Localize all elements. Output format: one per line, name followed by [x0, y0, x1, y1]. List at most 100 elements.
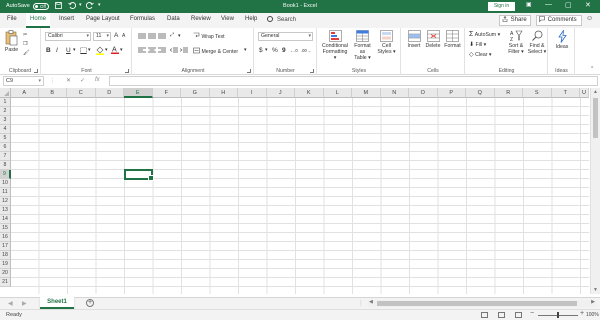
cancel-entry-icon[interactable]: ✕ [66, 77, 71, 84]
zoom-in-icon[interactable]: + [580, 310, 584, 317]
comma-style-icon[interactable]: 9 [282, 47, 286, 54]
underline-dropdown-icon[interactable]: ▾ [73, 47, 76, 53]
search-box[interactable]: Search [267, 16, 296, 23]
column-header[interactable]: B [38, 88, 67, 98]
align-left-icon[interactable] [138, 47, 146, 56]
tab-insert[interactable]: Insert [59, 16, 74, 22]
ribbon-display-options-icon[interactable]: ▣ [526, 1, 532, 8]
tab-help[interactable]: Help [245, 16, 257, 22]
row-header[interactable]: 12 [0, 197, 11, 206]
collapse-ribbon-icon[interactable]: ⌃ [590, 66, 594, 72]
horizontal-scrollbar[interactable]: ◀ ▶ [368, 299, 596, 307]
font-name-dropdown[interactable]: Calibri [45, 32, 91, 41]
align-center-icon[interactable] [148, 47, 156, 56]
borders-icon[interactable] [80, 47, 87, 56]
column-header[interactable]: N [380, 88, 409, 98]
orientation-icon[interactable]: ⤢ [170, 32, 174, 39]
number-format-dropdown[interactable]: General [258, 32, 313, 41]
insert-function-icon[interactable]: fx [95, 77, 100, 83]
minimize-button[interactable]: — [545, 1, 552, 8]
format-cells-button[interactable]: Format [443, 30, 462, 49]
share-button[interactable]: Share [499, 15, 531, 26]
normal-view-icon[interactable] [481, 312, 488, 318]
row-header[interactable]: 14 [0, 215, 11, 224]
cell-styles-button[interactable]: Cell Styles ▾ [376, 30, 397, 55]
cell-area[interactable] [11, 98, 589, 294]
tab-view[interactable]: View [221, 16, 234, 22]
clipboard-launcher-icon[interactable] [34, 69, 38, 73]
row-header[interactable]: 3 [0, 116, 11, 125]
middle-align-icon[interactable] [148, 33, 156, 42]
font-color-dropdown-icon[interactable]: ▾ [120, 47, 123, 53]
column-header[interactable]: A [11, 88, 39, 98]
copy-icon[interactable]: ❐ [23, 41, 28, 47]
feedback-smiley-icon[interactable]: ☺ [586, 15, 593, 22]
clear-button[interactable]: ◇ Clear ▾ [469, 51, 492, 58]
row-header[interactable]: 17 [0, 242, 11, 251]
column-header[interactable]: E [124, 88, 153, 98]
bottom-align-icon[interactable] [158, 33, 166, 42]
tab-formulas[interactable]: Formulas [130, 16, 155, 22]
accounting-dropdown-icon[interactable]: ▾ [265, 47, 268, 53]
name-box[interactable]: C9 [3, 76, 44, 86]
row-header[interactable]: 8 [0, 161, 11, 170]
column-header[interactable]: S [523, 88, 552, 98]
align-right-icon[interactable] [158, 47, 166, 56]
comments-button[interactable]: Comments [536, 15, 582, 26]
row-header[interactable]: 9 [0, 170, 11, 179]
column-header[interactable]: Q [466, 88, 495, 98]
column-header[interactable]: I [238, 88, 267, 98]
conditional-formatting-button[interactable]: Conditional Formatting ▾ [321, 30, 349, 61]
column-header[interactable]: G [181, 88, 210, 98]
new-sheet-icon[interactable]: + [86, 299, 94, 307]
column-header[interactable]: O [409, 88, 438, 98]
zoom-level[interactable]: 100% [586, 312, 599, 318]
column-header[interactable]: L [323, 88, 352, 98]
accounting-format-icon[interactable]: $ [259, 47, 263, 54]
row-header[interactable]: 4 [0, 125, 11, 134]
row-header[interactable]: 16 [0, 233, 11, 242]
percent-style-icon[interactable]: % [272, 47, 278, 54]
column-header[interactable]: H [209, 88, 238, 98]
row-header[interactable]: 11 [0, 188, 11, 197]
font-size-dropdown[interactable]: 11 [93, 32, 111, 41]
confirm-entry-icon[interactable]: ✓ [80, 77, 85, 84]
font-launcher-icon[interactable] [125, 69, 129, 73]
format-painter-icon[interactable]: 🖌 [23, 50, 30, 56]
tab-page-layout[interactable]: Page Layout [86, 16, 120, 22]
close-button[interactable]: ✕ [585, 1, 591, 9]
row-header[interactable]: 7 [0, 152, 11, 161]
scroll-right-icon[interactable]: ▶ [591, 299, 595, 305]
delete-cells-button[interactable]: Delete [424, 30, 442, 49]
zoom-slider-thumb[interactable] [557, 312, 559, 318]
previous-sheet-icon[interactable]: ◀ [8, 300, 13, 307]
number-launcher-icon[interactable] [310, 69, 314, 73]
zoom-out-icon[interactable]: − [530, 310, 534, 317]
column-header[interactable]: U [580, 88, 589, 98]
next-sheet-icon[interactable]: ▶ [22, 300, 27, 307]
row-header[interactable]: 21 [0, 278, 11, 287]
active-cell[interactable] [124, 169, 154, 181]
row-header[interactable]: 5 [0, 134, 11, 143]
increase-decimal-icon[interactable]: ←.0 [290, 48, 298, 53]
orientation-dropdown-icon[interactable]: ▾ [178, 33, 181, 39]
format-as-table-button[interactable]: Format as Table ▾ [351, 30, 374, 61]
tab-data[interactable]: Data [167, 16, 180, 22]
sheet-tab-sheet1[interactable]: Sheet1 [40, 297, 74, 309]
borders-dropdown-icon[interactable]: ▾ [88, 47, 91, 53]
find-select-button[interactable]: Find & Select ▾ [527, 30, 547, 55]
row-header[interactable]: 10 [0, 179, 11, 188]
insert-cells-button[interactable]: Insert [405, 30, 423, 49]
tab-file[interactable]: File [7, 16, 17, 22]
decrease-indent-icon[interactable] [169, 47, 178, 56]
row-header[interactable]: 15 [0, 224, 11, 233]
row-header[interactable]: 1 [0, 98, 11, 107]
cut-icon[interactable]: ✂ [23, 32, 27, 38]
decrease-decimal-icon[interactable]: .00→ [301, 48, 311, 53]
column-header[interactable]: J [266, 88, 295, 98]
top-align-icon[interactable] [138, 33, 146, 42]
column-header[interactable]: K [295, 88, 324, 98]
decrease-font-size-icon[interactable]: A [122, 33, 125, 39]
row-header[interactable]: 18 [0, 251, 11, 260]
fill-color-dropdown-icon[interactable]: ▾ [105, 47, 108, 53]
